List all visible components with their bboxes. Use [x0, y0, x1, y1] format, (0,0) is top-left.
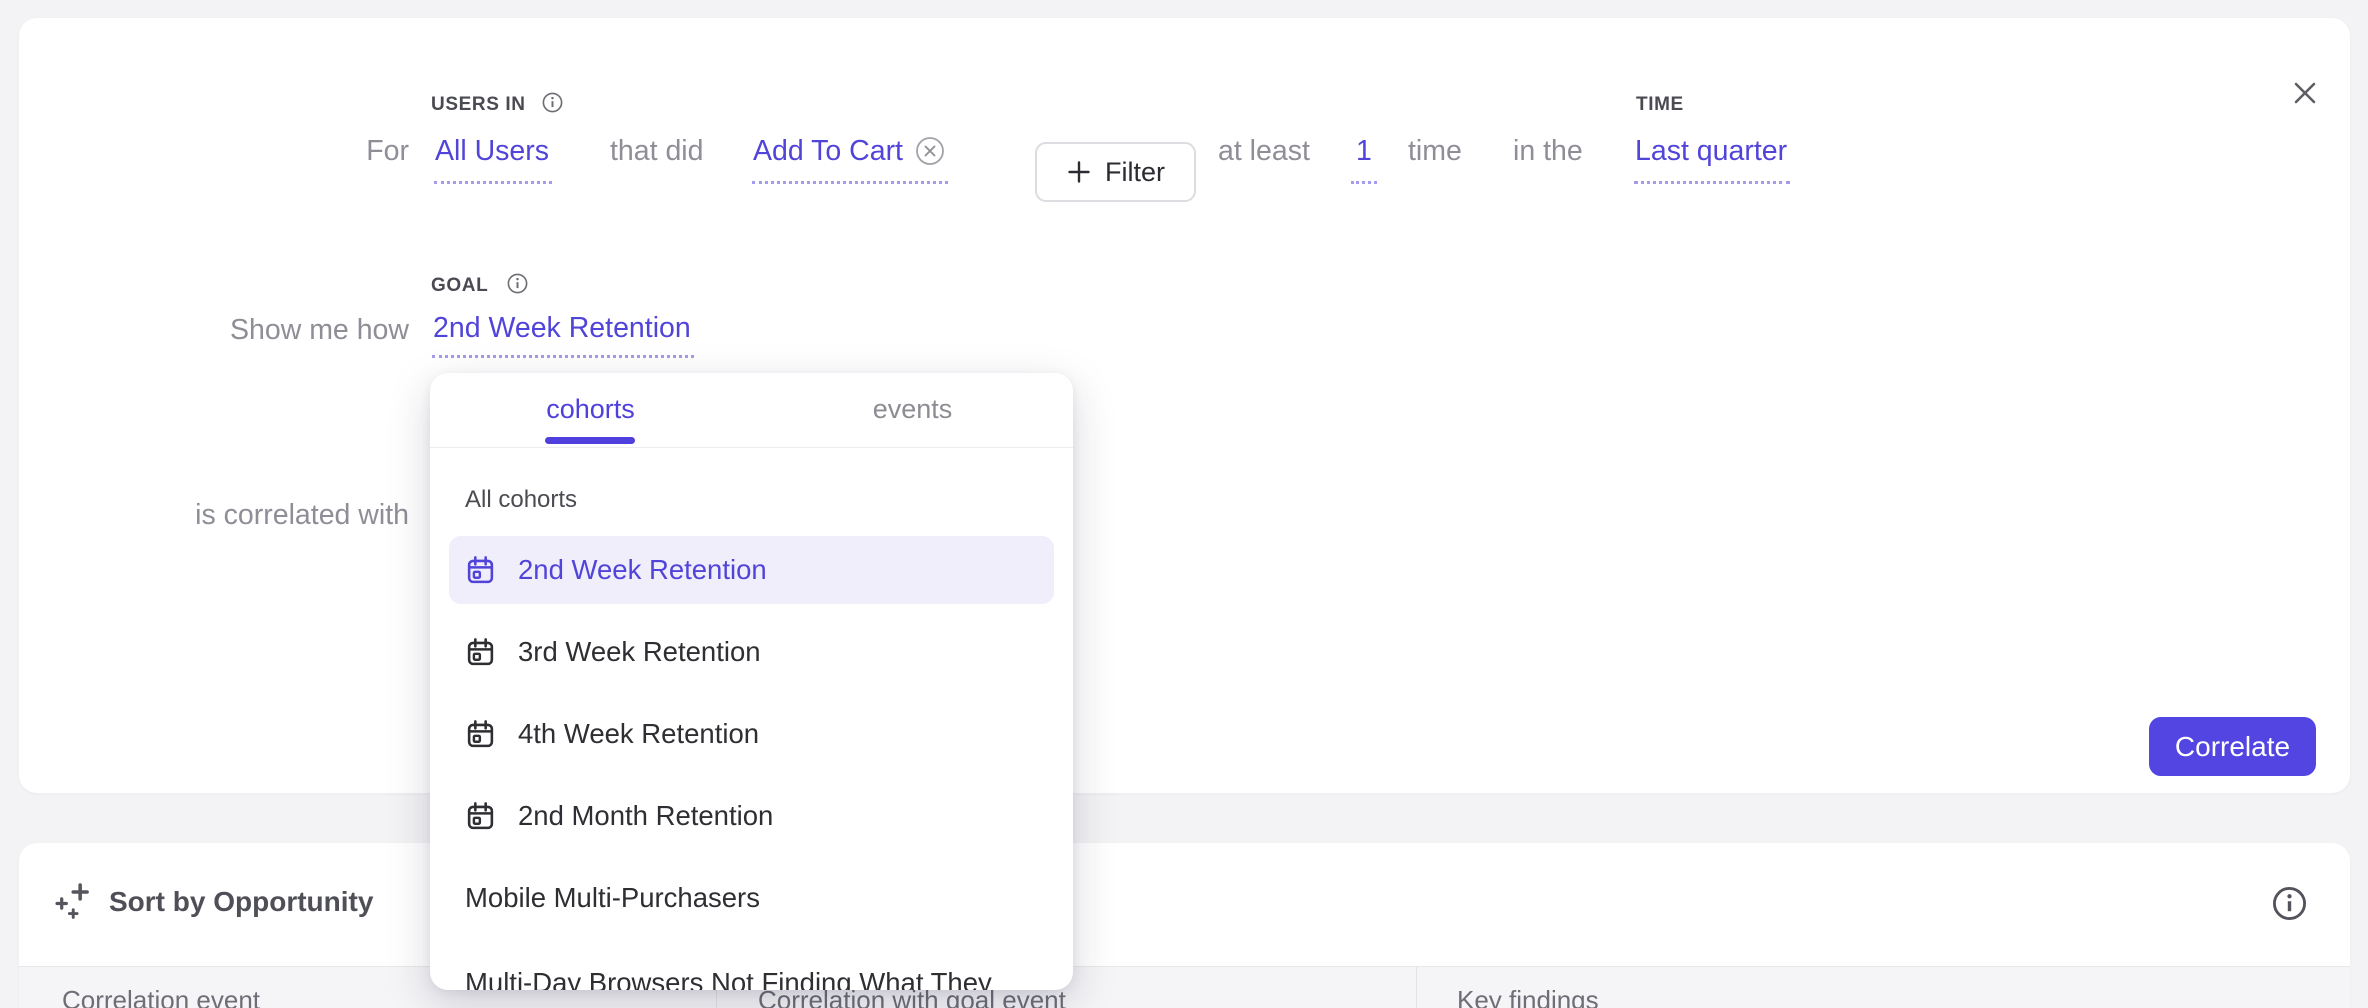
results-table-header: Correlation event Correlation with goal …: [19, 967, 2350, 1008]
cohort-item-label: 2nd Month Retention: [518, 800, 773, 832]
time-word: time: [1408, 134, 1462, 168]
column-header-correlation-event: Correlation event: [62, 985, 260, 1008]
calendar-icon: [465, 801, 496, 832]
calendar-icon: [465, 719, 496, 750]
cohort-item-3rd-week-retention[interactable]: 3rd Week Retention: [449, 618, 1054, 686]
goal-value-chip[interactable]: 2nd Week Retention: [432, 311, 694, 358]
cohort-item-label: 4th Week Retention: [518, 718, 759, 750]
that-did-words: that did: [610, 134, 704, 168]
correlate-button[interactable]: Correlate: [2149, 717, 2316, 776]
info-icon: [2271, 885, 2308, 922]
plus-icon: [1066, 159, 1092, 185]
time-label: TIME: [1636, 94, 1684, 116]
correlate-screen: USERS IN TIME For All Users that did Add…: [0, 0, 2368, 1008]
event-value-text: Add To Cart: [753, 134, 903, 168]
query-builder-card: USERS IN TIME For All Users that did Add…: [19, 18, 2350, 793]
calendar-icon: [465, 637, 496, 668]
at-least-words: at least: [1218, 134, 1310, 168]
results-card: Sort by Opportunity Correlation event Co…: [19, 843, 2350, 1008]
picker-section-header: All cohorts: [465, 486, 577, 514]
cohort-value-chip[interactable]: All Users: [434, 134, 552, 184]
for-word: For: [109, 134, 409, 168]
cohort-item-4th-week-retention[interactable]: 4th Week Retention: [449, 700, 1054, 768]
add-filter-button[interactable]: Filter: [1035, 142, 1196, 202]
users-in-label: USERS IN: [431, 94, 526, 116]
column-header-key-findings: Key findings: [1457, 985, 1599, 1008]
picker-divider: [430, 447, 1073, 448]
sparkle-sort-icon: [54, 881, 94, 923]
goal-info-icon[interactable]: [506, 272, 529, 300]
results-info-button[interactable]: [2267, 881, 2311, 925]
goal-label: GOAL: [431, 275, 488, 297]
cohort-item-label: 2nd Week Retention: [518, 554, 767, 586]
active-tab-indicator: [545, 437, 635, 444]
close-button[interactable]: [2281, 69, 2329, 117]
users-in-info-icon[interactable]: [541, 91, 564, 119]
sort-button-label: Sort by Opportunity: [109, 886, 373, 918]
column-divider: [1416, 967, 1417, 1008]
calendar-icon: [465, 555, 496, 586]
cohort-item-mobile-multi-purchasers[interactable]: Mobile Multi-Purchasers: [449, 864, 1054, 932]
cohort-item-label: 3rd Week Retention: [518, 636, 761, 668]
cohort-item-multi-day-browsers[interactable]: Multi-Day Browsers Not Finding What They: [449, 949, 1054, 990]
event-value-chip[interactable]: Add To Cart: [752, 134, 948, 184]
is-correlated-with-words: is correlated with: [109, 498, 409, 532]
tab-cohorts[interactable]: cohorts: [430, 373, 751, 446]
tab-events[interactable]: events: [752, 373, 1073, 446]
time-range-chip[interactable]: Last quarter: [1634, 134, 1790, 184]
count-value-chip[interactable]: 1: [1351, 134, 1377, 184]
sort-by-opportunity-button[interactable]: Sort by Opportunity: [54, 881, 373, 923]
cohort-item-label: Multi-Day Browsers Not Finding What They: [465, 967, 992, 990]
show-me-how-words: Show me how: [109, 313, 409, 347]
cohort-picker-dropdown: cohorts events All cohorts 2nd Week Rete…: [430, 373, 1073, 990]
close-icon: [2290, 78, 2320, 108]
cohort-item-2nd-month-retention[interactable]: 2nd Month Retention: [449, 782, 1054, 850]
remove-event-icon[interactable]: [915, 136, 945, 166]
filter-button-label: Filter: [1105, 157, 1165, 188]
cohort-item-label: Mobile Multi-Purchasers: [465, 882, 760, 914]
cohort-item-2nd-week-retention[interactable]: 2nd Week Retention: [449, 536, 1054, 604]
in-the-words: in the: [1513, 134, 1583, 168]
